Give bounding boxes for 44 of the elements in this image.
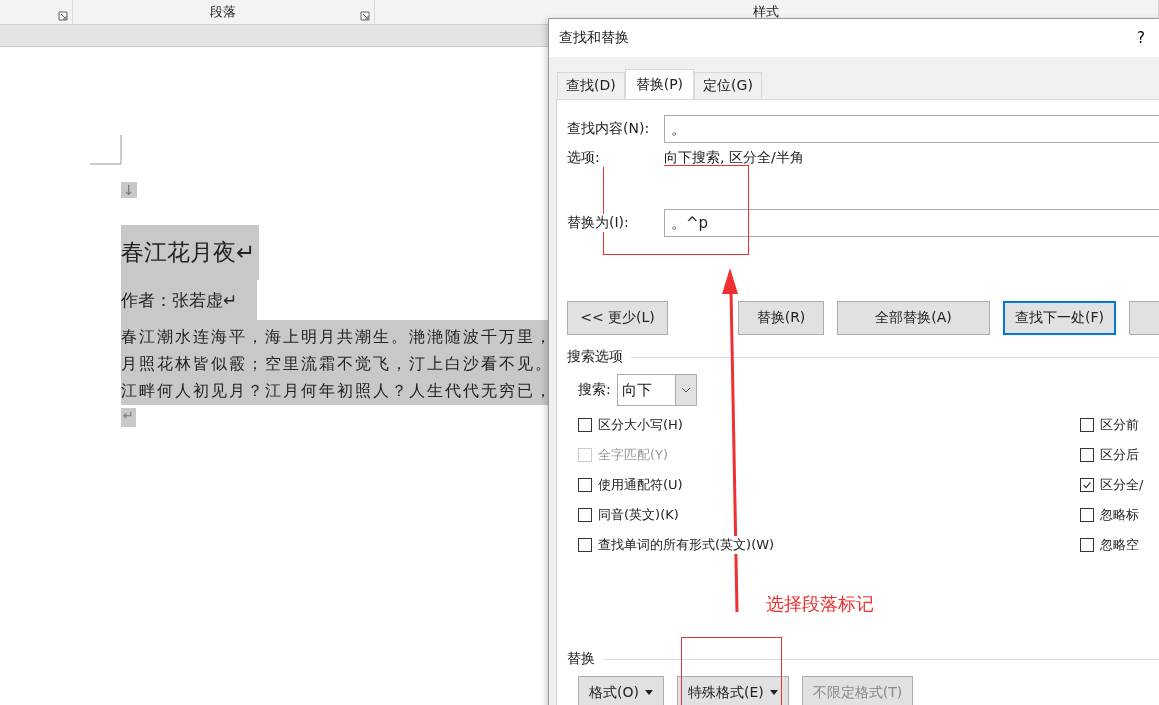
dialog-button[interactable]: 替换(R) [738,301,824,335]
dialog-title: 查找和替换 [559,29,629,47]
dialog-button[interactable]: << 更少(L) [567,301,668,335]
tab[interactable]: 查找(D) [557,72,625,99]
launcher-icon[interactable] [58,11,69,21]
check-icon [1080,478,1094,492]
checkbox[interactable]: 使用通配符(U) [578,470,1080,500]
format-button[interactable]: 格式(O) [578,676,664,705]
dialog-button[interactable]: 查找下一处(F) [1003,301,1116,335]
checkbox[interactable]: 区分后 [1080,440,1144,470]
checkbox[interactable]: 区分前 [1080,410,1144,440]
margin-corner-mark [90,135,122,165]
checkbox[interactable]: 查找单词的所有形式(英文)(W) [578,530,1080,560]
poem-line: 月照花林皆似霰；空里流霜不觉飞，汀上白沙看不见。 [121,354,551,375]
checkbox[interactable]: 区分大小写(H) [578,410,1080,440]
launcher-icon[interactable] [359,11,370,21]
checkbox[interactable]: 同音(英文)(K) [578,500,1080,530]
options-label: 选项: [567,149,664,167]
options-summary: 向下搜索, 区分全/半角 [664,149,804,167]
paragraph-mark: ↵ [121,408,136,427]
dialog-button[interactable]: 全部替换(A) [837,301,990,335]
document-heading: 春江花月夜↵ [121,225,260,280]
caret-icon [644,690,653,695]
section-title: 替换 [567,650,595,668]
section-title: 搜索选项 [567,348,623,366]
checkbox[interactable]: 区分全/ [1080,470,1144,500]
paragraph-mark: ↓ [121,182,137,198]
ribbon-group-label: 段落 [210,3,237,21]
tab[interactable]: 替换(P) [624,69,695,99]
checkbox[interactable]: 忽略标 [1080,500,1144,530]
ribbon-group-label: 样式 [753,3,780,21]
direction-dropdown[interactable]: 向下 [616,374,697,406]
poem-line: 江畔何人初见月？江月何年初照人？人生代代无穷已， [121,381,551,402]
checkbox[interactable]: 忽略空 [1080,530,1144,560]
chevron-down-icon [674,375,696,405]
search-direction-label: 搜索: [578,381,611,399]
caret-icon [769,690,778,695]
format-button[interactable]: 特殊格式(E) [676,676,789,705]
replace-field[interactable]: 。^p [664,209,1159,237]
tab[interactable]: 定位(G) [694,72,762,99]
find-field[interactable]: 。 [664,115,1159,143]
help-button[interactable]: ? [1137,29,1145,47]
annotation-text: 选择段落标记 [766,592,874,616]
poem-line: 春江潮水连海平，海上明月共潮生。滟滟随波千万里， [121,327,551,348]
